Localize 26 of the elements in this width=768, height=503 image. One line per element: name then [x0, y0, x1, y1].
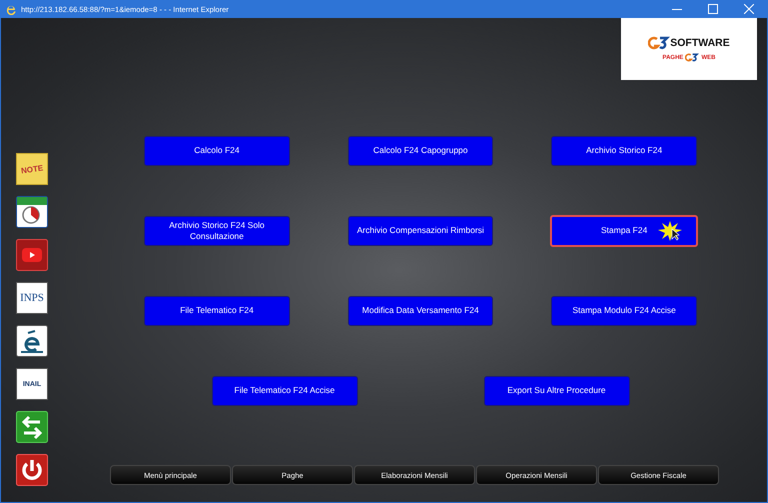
menu-button[interactable]: Stampa F24 — [550, 215, 698, 247]
menu-button[interactable]: Calcolo F24 Capogruppo — [348, 136, 494, 166]
inps-label: INPS — [20, 292, 44, 304]
e-letter-icon[interactable] — [16, 325, 48, 357]
menu-button[interactable]: File Telematico F24 — [144, 296, 290, 326]
power-icon[interactable] — [16, 454, 48, 486]
menu-button[interactable]: Calcolo F24 — [144, 136, 290, 166]
calendar-clock-icon[interactable] — [16, 196, 48, 228]
starburst-cursor-icon — [658, 221, 682, 241]
menu-button[interactable]: Modifica Data Versamento F24 — [348, 296, 494, 326]
inps-icon[interactable]: INPS — [16, 282, 48, 314]
browser-icon — [5, 3, 17, 15]
logo-mark-icon — [685, 53, 700, 62]
maximize-icon[interactable] — [708, 4, 718, 14]
swap-arrows-icon[interactable] — [16, 411, 48, 443]
menu-button[interactable]: Archivio Storico F24 Solo Consultazione — [144, 216, 290, 246]
menu-button[interactable]: Stampa Modulo F24 Accise — [551, 296, 698, 326]
close-icon[interactable] — [744, 4, 754, 14]
logo-brand: SOFTWARE — [670, 37, 730, 49]
logo-mark-icon — [648, 36, 670, 50]
note-icon[interactable]: NOTE — [16, 153, 48, 185]
menu-button[interactable]: File Telematico F24 Accise — [212, 376, 358, 406]
note-label: NOTE — [20, 163, 44, 175]
menu-button[interactable]: Export Su Altre Procedure — [484, 376, 630, 406]
menu-button[interactable]: Archivio Storico F24 — [551, 136, 698, 166]
menu-button[interactable]: Archivio Compensazioni Rimborsi — [348, 216, 494, 246]
